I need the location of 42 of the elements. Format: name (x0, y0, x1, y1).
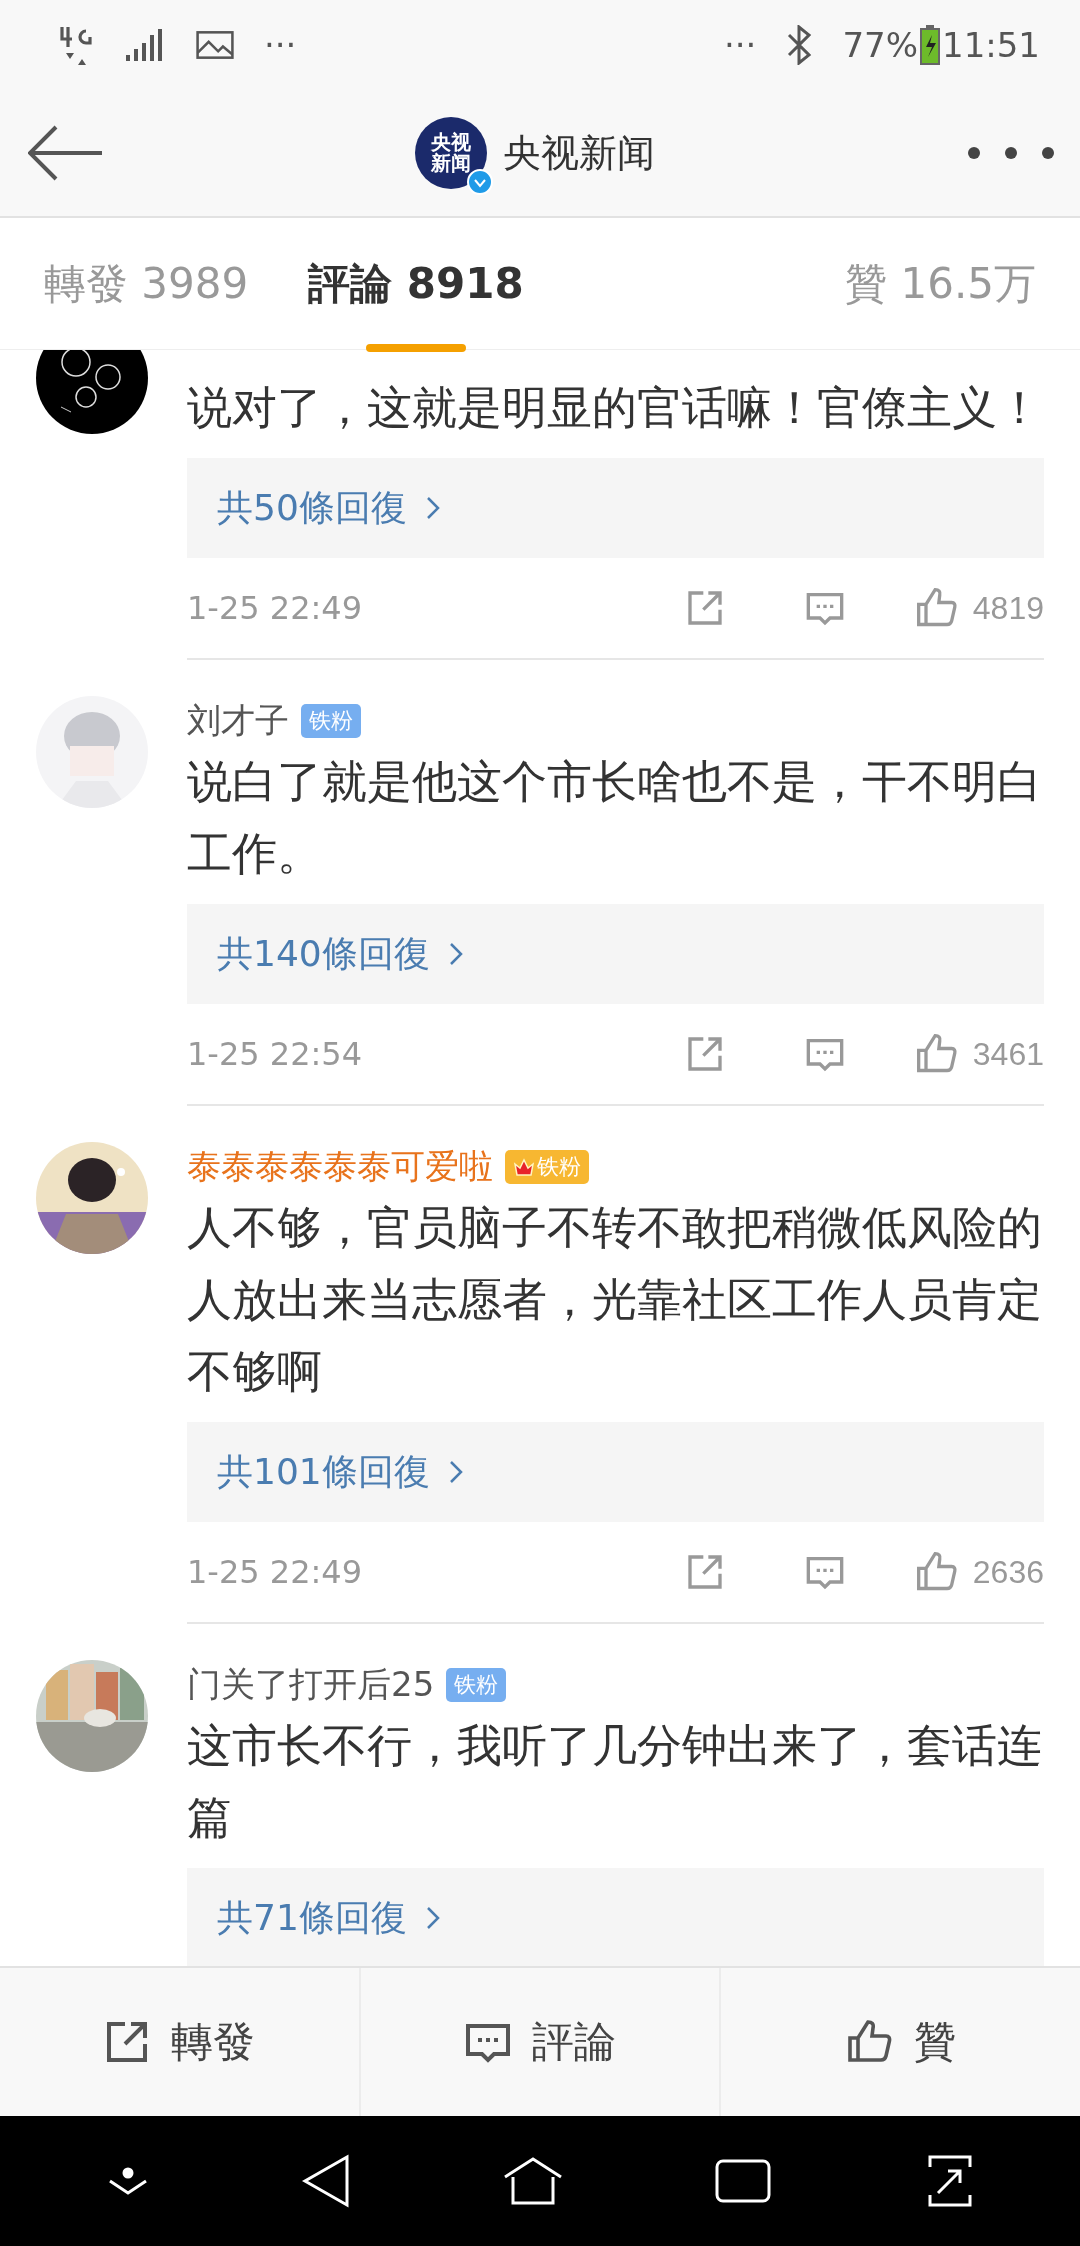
replies-link[interactable]: 共50條回復 (187, 458, 1044, 558)
more-notifications-text: ··· (264, 25, 297, 65)
more-options-icon[interactable] (966, 145, 1056, 161)
back-icon[interactable] (301, 2153, 352, 2209)
image-icon (196, 30, 234, 60)
comment-time: 1-25 22:49 (187, 589, 362, 627)
like-button[interactable]: 2636 (914, 1550, 1044, 1594)
fan-badge: 铁粉 (446, 1668, 507, 1702)
comment-text: 说白了就是他这个市长啥也不是，干不明白工作。 (187, 754, 1043, 882)
comment-text: 这市长不行，我听了几分钟出来了，套话连篇 (187, 1718, 1043, 1846)
like-button[interactable]: 3461 (914, 1032, 1044, 1076)
tab[interactable]: 贊 16.5万 (845, 255, 1036, 312)
page-title: 央视新闻 (503, 129, 655, 177)
tab[interactable]: 轉發 3989 (44, 255, 249, 312)
chevron-right-icon (424, 1905, 441, 1931)
username[interactable]: 刘才子 (187, 698, 289, 744)
battery-icon (920, 25, 940, 65)
replies-link[interactable]: 共71條回復 (187, 1868, 1044, 1966)
chevron-right-icon (447, 941, 464, 967)
username[interactable]: 门关了打开后25 (187, 1662, 435, 1708)
clock-time: 11:51 (942, 25, 1040, 65)
fan-badge: 铁粉 (505, 1150, 589, 1184)
battery-percent: 77% (842, 25, 918, 65)
replies-link[interactable]: 共140條回復 (187, 904, 1044, 1004)
chevron-right-icon (447, 1459, 464, 1485)
more-notifications-text: ··· (724, 25, 757, 65)
like-button[interactable]: 4819 (914, 586, 1044, 630)
comment-text: 人不够，官员脑子不转不敢把稍微低风险的人放出来当志愿者，光靠社区工作人员肯定不够啊 (187, 1200, 1043, 1400)
back-arrow-icon[interactable] (28, 125, 104, 181)
fan-badge: 铁粉 (301, 704, 361, 738)
comment-text: 说对了，这就是明显的官话嘛！官僚主义！ (187, 380, 1043, 436)
logo-text: 央视新闻 (430, 132, 472, 174)
share-button[interactable]: 轉發 (0, 1968, 359, 2116)
recent-apps-icon[interactable] (714, 2159, 771, 2203)
home-icon[interactable] (503, 2155, 563, 2207)
comment-time: 1-25 22:49 (187, 1553, 362, 1591)
replies-link[interactable]: 共101條回復 (187, 1422, 1044, 1522)
tab[interactable]: 評論 8918 (308, 255, 524, 312)
comment-time: 1-25 22:54 (187, 1035, 362, 1073)
chevron-right-icon (424, 495, 441, 521)
username[interactable]: 泰泰泰泰泰泰可爱啦 (187, 1144, 493, 1190)
bluetooth-icon (786, 25, 813, 65)
